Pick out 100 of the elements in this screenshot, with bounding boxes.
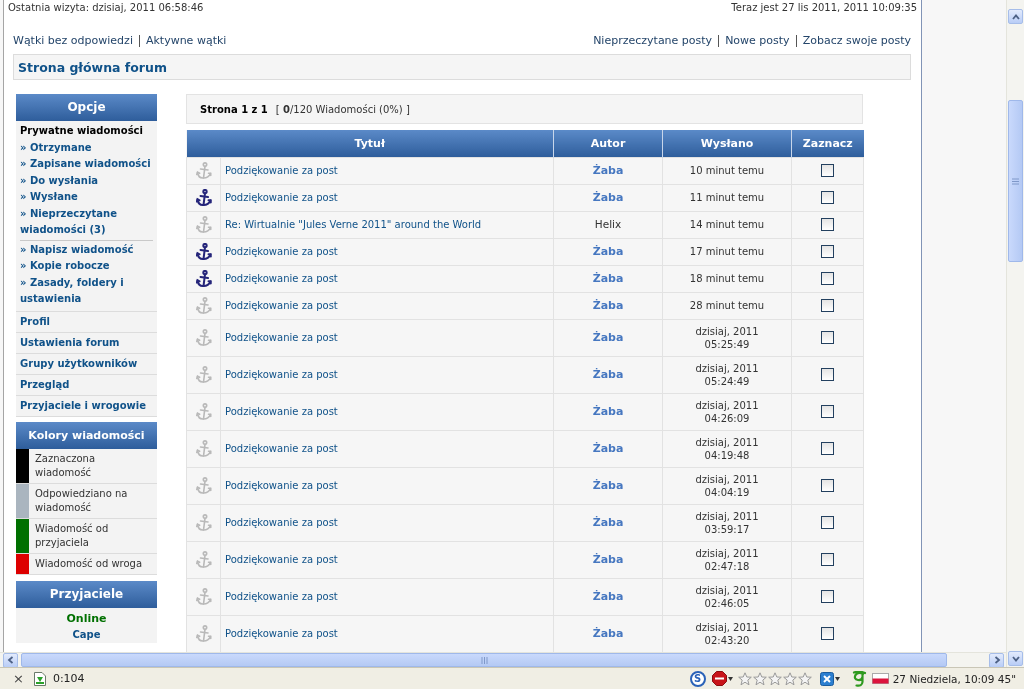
topic-link[interactable]: Podziękowanie za post [225,443,338,454]
vertical-scrollbar[interactable] [1006,0,1024,667]
author-link[interactable]: Żaba [592,553,624,566]
topic-link[interactable]: Podziękowanie za post [225,517,338,528]
column-header: Wysłano [662,130,792,157]
scrollbar-thumb[interactable] [1008,100,1023,262]
breadcrumb-link[interactable]: Strona główna forum [18,60,167,75]
checkbox[interactable] [821,479,834,493]
author-link[interactable]: Żaba [592,272,624,285]
author-link[interactable]: Żaba [592,405,624,418]
friend-link[interactable]: Cape [16,626,157,643]
author-link[interactable]: Żaba [592,516,624,529]
author-link[interactable]: Żaba [592,245,624,258]
menu-link[interactable]: » Zapisane wiadomości [20,156,153,173]
menu-link[interactable]: Przyjaciele i wrogowie [16,395,157,417]
menu-link[interactable]: » Wysłane [20,189,153,206]
menu-link[interactable]: Grupy użytkowników [16,353,157,375]
author-link[interactable]: Żaba [592,479,624,492]
column-header: Zaznacz [791,130,864,157]
checkbox[interactable] [821,442,834,456]
star-icon [767,671,782,686]
star-icon [797,671,812,686]
quick-link[interactable]: Aktywne wątki [145,34,227,48]
scroll-up-button[interactable] [1008,9,1023,24]
scroll-down-button[interactable] [1008,651,1023,666]
menu-heading[interactable]: Prywatne wiadomości [16,123,157,140]
menu-link[interactable]: » Otrzymane [20,139,153,156]
author-link[interactable]: Żaba [592,299,624,312]
author-link[interactable]: Żaba [592,627,624,640]
checkbox[interactable] [821,272,834,286]
topic-link[interactable]: Podziękowanie za post [225,273,338,284]
topic-link[interactable]: Podziękowanie za post [225,332,338,343]
checkbox[interactable] [821,590,834,604]
menu-link[interactable]: » Nieprzeczytane wiadomości (3) [20,205,153,239]
table-cell: dzisiaj, 2011 04:19:48 [662,430,792,467]
topic-link[interactable]: Podziękowanie za post [225,300,338,311]
table-cell: 14 minut temu [662,211,792,238]
table-cell: dzisiaj, 2011 02:47:18 [662,541,792,578]
checkbox[interactable] [821,245,834,259]
author-link[interactable]: Żaba [592,331,624,344]
cross-tile-icon[interactable] [819,671,834,686]
scroll-right-button[interactable] [989,652,1004,668]
author-link[interactable]: Żaba [592,368,624,381]
author-link[interactable]: Helix [594,218,622,230]
topic-link[interactable]: Podziękowanie za post [225,165,338,176]
checkbox[interactable] [821,164,834,178]
checkbox[interactable] [821,191,834,205]
topic-link[interactable]: Podziękowanie za post [225,369,338,380]
legend-label: Odpowiedziano na wiadomość [34,486,129,515]
table-cell: dzisiaj, 2011 05:25:49 [662,319,792,356]
quick-link[interactable]: Wątki bez odpowiedzi [13,34,133,48]
close-button[interactable]: × [10,671,27,686]
current-time-text: Teraz jest 27 lis 2011, 2011 10:09:35 [731,1,917,15]
author-link[interactable]: Żaba [592,164,624,177]
topic-link[interactable]: Podziękowanie za post [225,628,338,639]
topic-link[interactable]: Podziękowanie za post [225,480,338,491]
scroll-left-button[interactable] [3,652,18,668]
topic-link[interactable]: Podziękowanie za post [225,406,338,417]
document-icon[interactable] [32,670,47,687]
checkbox[interactable] [821,516,834,530]
author-link[interactable]: Żaba [592,191,624,204]
topic-link[interactable]: Podziękowanie za post [225,591,338,602]
clock-text: 27 Niedziela, 10:09 45" [892,672,1016,685]
menu-link[interactable]: Profil [16,311,157,333]
stop-sign-icon[interactable] [711,671,727,686]
table-cell: dzisiaj, 2011 05:24:49 [662,356,792,393]
panel-header: Kolory wiadomości [16,421,157,449]
star-icon [782,671,797,686]
checkbox[interactable] [821,627,834,641]
topic-link[interactable]: Podziękowanie za post [225,192,338,203]
caret-icon [727,676,733,681]
swirl-icon[interactable] [851,670,867,687]
topic-link[interactable]: Podziękowanie za post [225,554,338,565]
flag-icon[interactable] [871,673,889,684]
menu-link[interactable]: » Zasady, foldery i ustawienia [20,274,153,308]
menu-link[interactable]: » Do wysłania [20,172,153,189]
table-cell: dzisiaj, 2011 04:26:09 [662,393,792,430]
page-label: Strona 1 z 1 [200,103,268,115]
quick-link[interactable]: Nowe posty [725,34,790,48]
column-header: Tytuł [186,130,554,157]
menu-link[interactable]: » Napisz wiadomość [20,241,153,258]
addon-button[interactable]: S [689,670,706,687]
checkbox[interactable] [821,553,834,567]
topic-link[interactable]: Podziękowanie za post [225,246,338,257]
checkbox[interactable] [821,331,834,345]
star-icon [737,671,752,686]
checkbox[interactable] [821,405,834,419]
author-link[interactable]: Żaba [592,590,624,603]
author-link[interactable]: Żaba [592,442,624,455]
quick-link[interactable]: Nieprzeczytane posty [593,34,713,48]
quick-link[interactable]: Zobacz swoje posty [802,34,911,48]
menu-link[interactable]: Ustawienia forum [16,332,157,354]
checkbox[interactable] [821,218,834,232]
star-icon [752,671,767,686]
menu-link[interactable]: » Kopie robocze [20,258,153,275]
checkbox[interactable] [821,299,834,313]
message-count: [ 0/120 Wiadomości (0%) ] [275,103,410,115]
table-cell: dzisiaj, 2011 03:59:17 [662,504,792,541]
menu-link[interactable]: Przegląd [16,374,157,396]
checkbox[interactable] [821,368,834,382]
